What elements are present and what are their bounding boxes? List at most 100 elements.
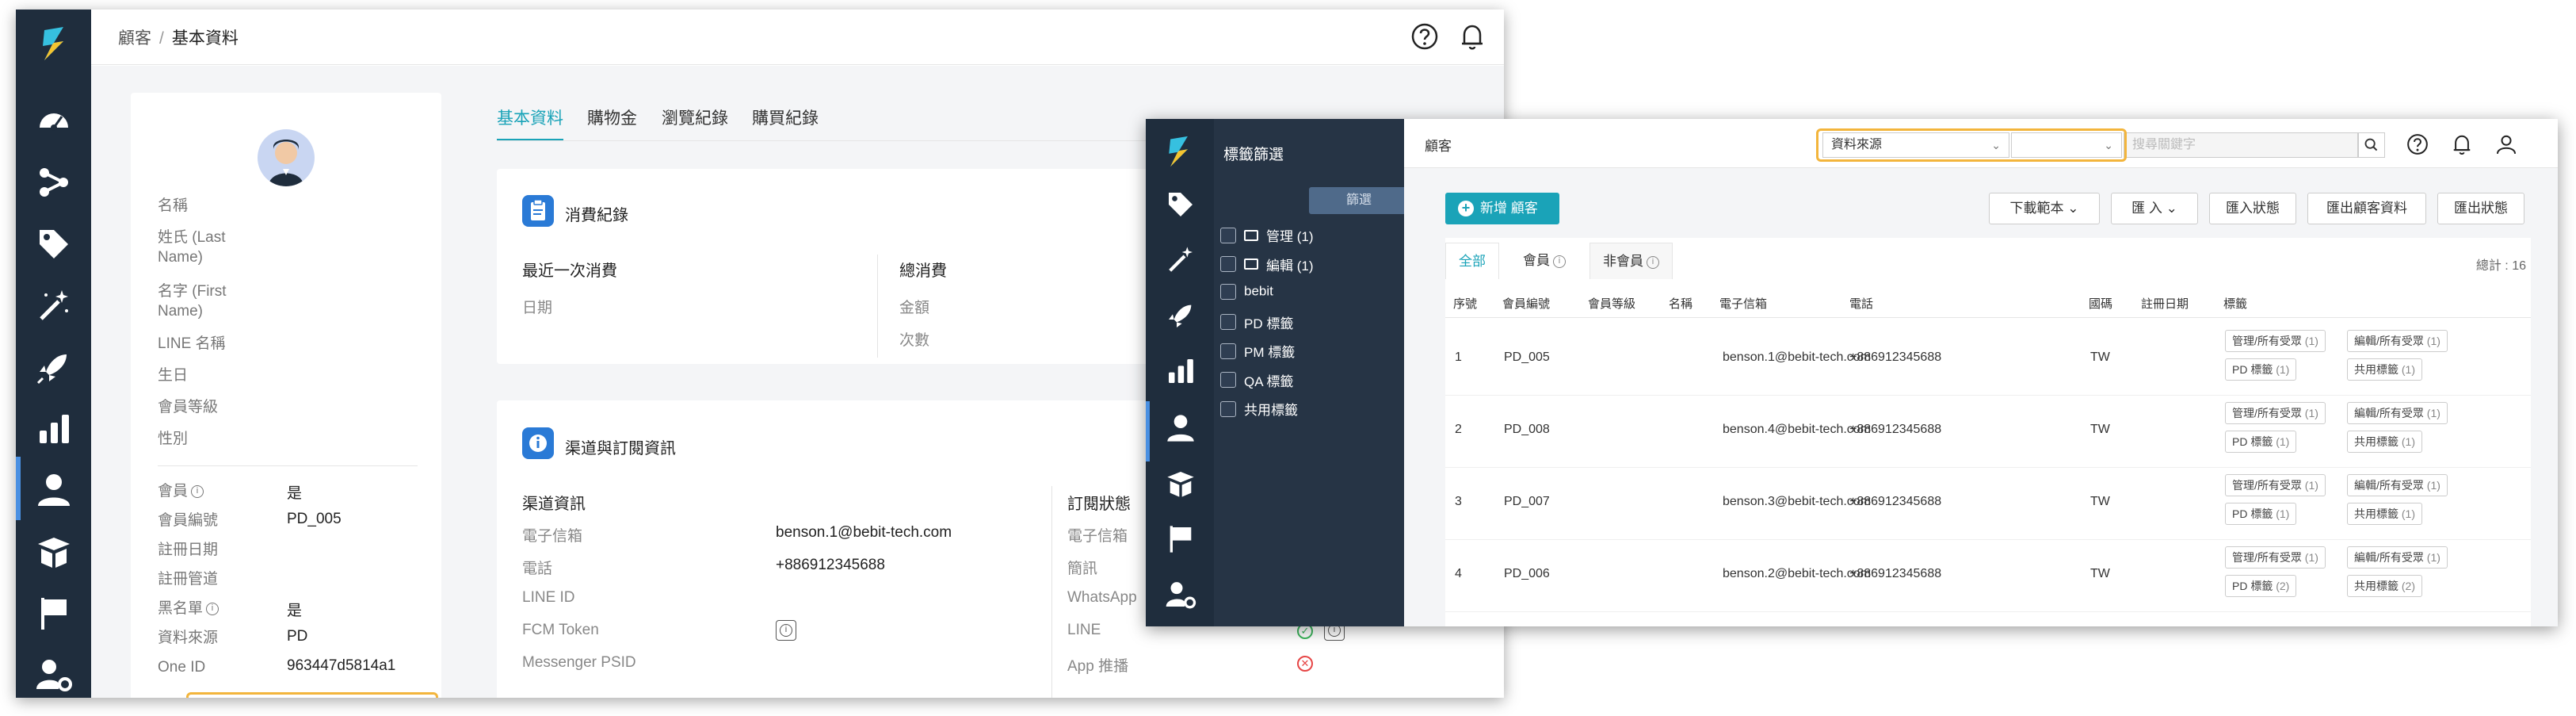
tag-chip[interactable]: 編輯/所有受眾 (1): [2347, 474, 2448, 496]
tag-chip[interactable]: 共用標籤 (1): [2347, 503, 2423, 525]
tag-filter-item[interactable]: 編輯 (1): [1220, 255, 1314, 277]
search-button[interactable]: [2358, 132, 2385, 158]
info-circle-icon: [522, 427, 554, 459]
help-icon[interactable]: [2406, 132, 2429, 156]
info-icon[interactable]: i: [206, 602, 219, 615]
bar-chart-icon[interactable]: [1165, 355, 1196, 387]
tab-non-member[interactable]: 非會員 i: [1589, 243, 1673, 279]
help-icon[interactable]: [1410, 21, 1440, 52]
info-icon[interactable]: i: [191, 484, 204, 498]
column-header[interactable]: 名稱: [1669, 295, 1693, 312]
tag-chip[interactable]: PD 標籤 (1): [2225, 358, 2297, 381]
column-header[interactable]: 電子信箱: [1719, 295, 1767, 312]
column-header[interactable]: 電話: [1849, 295, 1873, 312]
import-button[interactable]: 匯 入 ⌄: [2111, 193, 2198, 224]
profile-card: 名稱 姓氏 (Last Name) 名字 (First Name) LINE 名稱 生日…: [131, 93, 441, 698]
tag-filter-item[interactable]: 管理 (1): [1220, 225, 1314, 247]
tag-chip[interactable]: PD 標籤 (1): [2225, 503, 2297, 525]
rocket-icon[interactable]: [1165, 300, 1196, 331]
user-icon[interactable]: [35, 471, 73, 509]
tag-filter-item[interactable]: PD 標籤: [1220, 312, 1293, 335]
tag-chip[interactable]: 共用標籤 (2): [2347, 575, 2423, 597]
tag-filter-item[interactable]: QA 標籤: [1220, 370, 1293, 392]
tab-browsing-history[interactable]: 瀏覽紀錄: [662, 105, 728, 129]
download-template-button[interactable]: 下載範本 ⌄: [1989, 193, 2100, 224]
table-header-divider: [1445, 317, 2531, 318]
member-id: PD_008: [1504, 423, 1550, 436]
export-status-button[interactable]: 匯出狀態: [2437, 193, 2524, 224]
tag-chip-count: (1): [2276, 363, 2290, 376]
checkbox[interactable]: [1220, 400, 1236, 417]
tag-filter-button[interactable]: 篩選: [1309, 187, 1409, 214]
tab-all[interactable]: 全部: [1445, 243, 1499, 279]
profile-member-value: PD_005: [287, 511, 342, 527]
info-icon[interactable]: i: [1553, 255, 1566, 268]
tab-shopping-credit[interactable]: 購物金: [587, 105, 637, 129]
tag-chip-count: (1): [2304, 479, 2318, 492]
tag-chip[interactable]: 管理/所有受眾 (1): [2225, 330, 2326, 352]
info-icon[interactable]: i: [1647, 255, 1659, 269]
channel-divider: [1051, 486, 1052, 698]
tab-basic-info[interactable]: 基本資料: [497, 105, 563, 129]
checkbox[interactable]: [1220, 343, 1236, 359]
account-user-icon[interactable]: [2494, 132, 2518, 156]
checkbox[interactable]: [1220, 283, 1236, 300]
user-settings-icon[interactable]: [35, 656, 73, 694]
total-count: 總計 : 16: [2475, 259, 2526, 273]
search-input[interactable]: 搜尋關鍵字: [2124, 132, 2358, 158]
box-icon[interactable]: [35, 533, 73, 571]
notification-bell-icon[interactable]: [2450, 132, 2474, 156]
import-status-button[interactable]: 匯入狀態: [2209, 193, 2296, 224]
bar-chart-icon[interactable]: [35, 410, 73, 448]
brand-logo-icon[interactable]: [1163, 133, 1195, 170]
column-header[interactable]: 註冊日期: [2141, 295, 2189, 312]
box-icon[interactable]: [1165, 468, 1196, 500]
tag-chip[interactable]: PD 標籤 (2): [2225, 575, 2297, 597]
user-settings-icon[interactable]: [1165, 579, 1196, 611]
tag-chip-label: 共用標籤: [2354, 507, 2402, 520]
tag-chip[interactable]: 共用標籤 (1): [2347, 431, 2423, 453]
column-header[interactable]: 會員編號: [1502, 295, 1550, 312]
add-customer-button[interactable]: + 新增 顧客: [1445, 193, 1559, 224]
tag-filter-item[interactable]: bebit: [1220, 283, 1273, 305]
column-header[interactable]: 會員等級: [1588, 295, 1635, 312]
brand-logo-icon[interactable]: [36, 24, 71, 63]
tag-chip-label: PD 標籤: [2232, 363, 2276, 376]
breadcrumb-parent[interactable]: 顧客: [118, 29, 151, 48]
tag-icon[interactable]: [1165, 189, 1196, 220]
magic-wand-icon[interactable]: [1165, 244, 1196, 276]
tag-chip[interactable]: 編輯/所有受眾 (1): [2347, 402, 2448, 424]
tab-member[interactable]: 會員 i: [1523, 243, 1566, 279]
column-header[interactable]: 國碼: [2089, 295, 2112, 312]
user-icon[interactable]: [1165, 412, 1196, 444]
tag-chip[interactable]: 編輯/所有受眾 (1): [2347, 546, 2448, 569]
column-header[interactable]: 標籤: [2223, 295, 2247, 312]
profile-field-label: LINE 名稱: [158, 335, 226, 352]
checkbox[interactable]: [1220, 256, 1236, 272]
checkbox[interactable]: [1220, 314, 1236, 330]
tag-filter-item[interactable]: 共用標籤: [1220, 399, 1298, 421]
notification-bell-icon[interactable]: [1457, 21, 1487, 52]
profile-member-label: 會員 i: [158, 481, 204, 501]
tag-icon[interactable]: [35, 225, 73, 263]
flag-icon[interactable]: [35, 595, 73, 633]
tag-filter-item-label: 共用標籤: [1244, 403, 1298, 418]
tag-chip-count: (1): [2426, 479, 2441, 492]
export-customer-data-button[interactable]: 匯出顧客資料: [2307, 193, 2426, 224]
tag-chip[interactable]: 管理/所有受眾 (1): [2225, 474, 2326, 496]
tag-chip[interactable]: 管理/所有受眾 (1): [2225, 402, 2326, 424]
tag-chip[interactable]: 共用標籤 (1): [2347, 358, 2423, 381]
fcm-info-button[interactable]: i: [776, 620, 796, 641]
magic-wand-icon[interactable]: [35, 287, 73, 325]
share-nodes-icon[interactable]: [35, 163, 73, 201]
tab-purchase-history[interactable]: 購買紀錄: [752, 105, 819, 129]
tag-chip[interactable]: PD 標籤 (1): [2225, 431, 2297, 453]
dashboard-gauge-icon[interactable]: [35, 102, 73, 140]
checkbox[interactable]: [1220, 227, 1236, 243]
rocket-icon[interactable]: [35, 348, 73, 386]
tag-chip[interactable]: 管理/所有受眾 (1): [2225, 546, 2326, 569]
tag-filter-item[interactable]: PM 標籤: [1220, 341, 1295, 363]
checkbox[interactable]: [1220, 372, 1236, 388]
flag-icon[interactable]: [1165, 523, 1196, 555]
tag-chip[interactable]: 編輯/所有受眾 (1): [2347, 330, 2448, 352]
